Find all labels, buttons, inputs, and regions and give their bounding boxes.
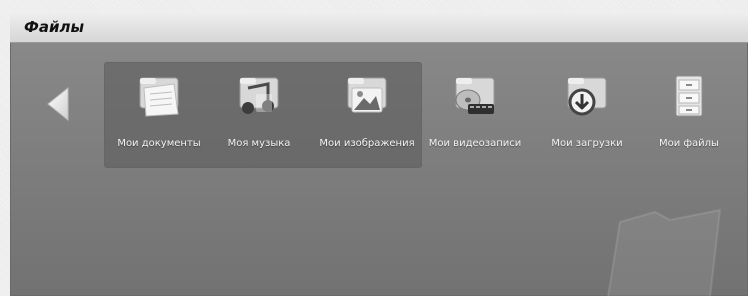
video-folder-icon [455, 77, 495, 114]
title-bar: Файлы [10, 12, 748, 43]
item-my-documents[interactable]: Мои документы [104, 70, 214, 160]
item-label: Мои файлы [659, 138, 719, 149]
item-my-downloads[interactable]: Мои загрузки [532, 70, 642, 160]
item-label: Моя музыка [227, 138, 291, 149]
item-my-videos[interactable]: Мои видеозаписи [420, 70, 530, 160]
downloads-folder-icon [567, 77, 607, 116]
back-button[interactable] [44, 84, 80, 124]
item-my-music[interactable]: Моя музыка [204, 70, 314, 160]
item-label: Мои изображения [319, 138, 415, 149]
files-window: Файлы Мои документы Моя музыка Мои изобр… [10, 12, 748, 296]
left-triangle-icon [47, 86, 69, 122]
item-label: Мои документы [117, 138, 201, 149]
background-folder-icon [607, 208, 722, 296]
item-label: Мои видеозаписи [428, 138, 522, 149]
music-folder-icon [239, 77, 279, 114]
window-title: Файлы [24, 18, 85, 36]
item-my-files[interactable]: Мои файлы [634, 70, 744, 160]
file-cabinet-icon [675, 75, 703, 117]
images-folder-icon [347, 77, 387, 113]
item-my-images[interactable]: Мои изображения [312, 70, 422, 160]
documents-folder-icon [139, 77, 179, 117]
item-label: Мои загрузки [551, 138, 623, 149]
